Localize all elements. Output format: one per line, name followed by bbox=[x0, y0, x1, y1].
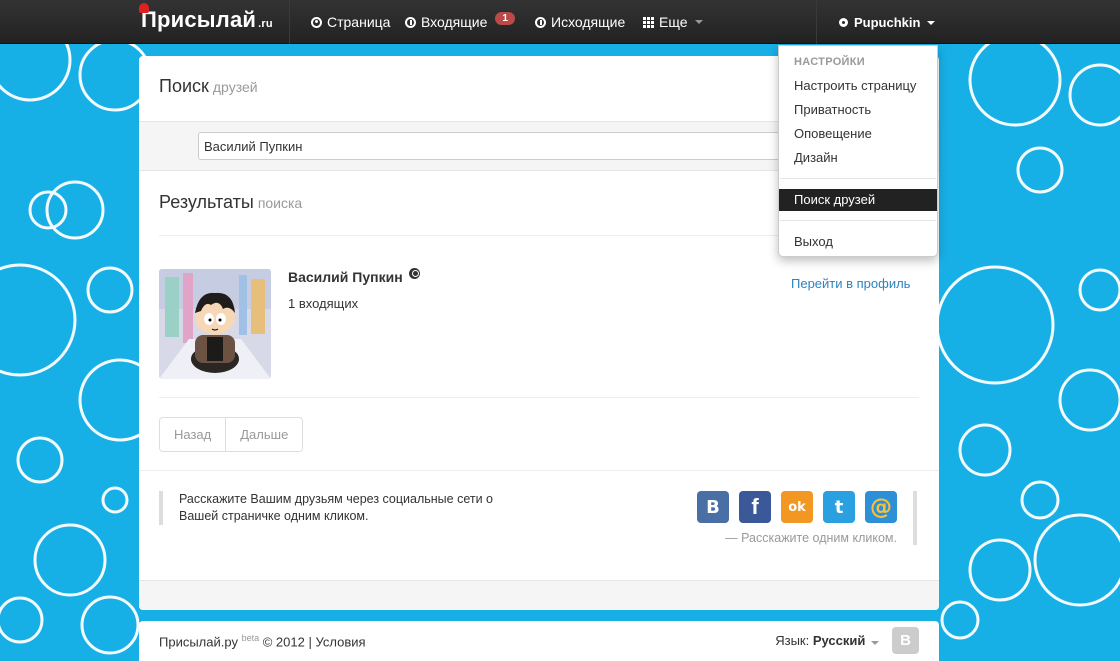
settings-dropdown: НАСТРОЙКИ Настроить страницу Приватность… bbox=[778, 45, 938, 257]
nav-divider bbox=[816, 0, 817, 44]
globe-icon bbox=[408, 267, 420, 279]
page-title: Поиск bbox=[159, 76, 209, 96]
search-input[interactable] bbox=[198, 132, 798, 160]
share-section: Расскажите Вашим друзьям через социальны… bbox=[139, 470, 939, 580]
results-subtitle: поиска bbox=[257, 195, 303, 211]
menu-item-notifications[interactable]: Оповещение bbox=[779, 123, 937, 145]
beta-label: beta bbox=[241, 633, 260, 643]
odnoklassniki-icon[interactable]: ok bbox=[781, 491, 813, 523]
santa-hat-icon bbox=[139, 3, 149, 13]
footer-copy: © 2012 | bbox=[262, 634, 312, 650]
username: Pupuchkin bbox=[854, 15, 921, 30]
inbox-count-badge: 1 bbox=[495, 11, 515, 25]
panel-footer bbox=[139, 580, 939, 610]
menu-item-design[interactable]: Дизайн bbox=[779, 147, 937, 169]
result-user-name[interactable]: Василий Пупкин bbox=[288, 267, 420, 285]
footer-copyright: Присылай.ру beta © 2012 | Условия bbox=[159, 633, 366, 649]
nav-item-label: Страница bbox=[327, 14, 391, 30]
nav-item-outbox[interactable]: Исходящие bbox=[535, 14, 625, 30]
menu-item-find-friends[interactable]: Поиск друзей bbox=[779, 189, 937, 211]
chevron-down-icon bbox=[694, 20, 703, 24]
brand-name: Присылай bbox=[141, 7, 257, 32]
facebook-icon[interactable]: f bbox=[739, 491, 771, 523]
page-footer: Присылай.ру beta © 2012 | Условия Язык: … bbox=[139, 621, 939, 661]
menu-divider bbox=[780, 220, 936, 221]
chevron-down-icon bbox=[927, 20, 936, 25]
language-selector[interactable]: Язык: Русский bbox=[775, 633, 879, 648]
language-label: Язык: bbox=[775, 633, 810, 648]
grid-icon bbox=[643, 16, 654, 28]
user-menu-toggle[interactable]: Pupuchkin bbox=[838, 15, 936, 30]
results-heading: Результаты поиска bbox=[159, 192, 302, 213]
menu-item-customize-page[interactable]: Настроить страницу bbox=[779, 75, 937, 97]
vk-icon[interactable]: В bbox=[892, 627, 919, 654]
avatar[interactable] bbox=[159, 269, 271, 379]
share-text: Расскажите Вашим друзьям через социальны… bbox=[159, 491, 519, 525]
menu-divider bbox=[780, 178, 936, 179]
nav-divider bbox=[289, 0, 290, 44]
share-buttons-block: В f ok t @ — Расскажите одним кликом. bbox=[677, 491, 917, 545]
gear-icon bbox=[838, 17, 849, 28]
pager: Назад Дальше bbox=[159, 417, 304, 452]
nav-item-more[interactable]: Еще bbox=[643, 14, 703, 30]
terms-link[interactable]: Условия bbox=[315, 634, 365, 649]
result-name-text: Василий Пупкин bbox=[288, 269, 403, 285]
chevron-down-icon bbox=[871, 641, 879, 645]
dropdown-header: НАСТРОЙКИ bbox=[794, 56, 865, 68]
menu-item-logout[interactable]: Выход bbox=[779, 231, 937, 253]
page-subtitle: друзей bbox=[212, 79, 258, 95]
info-icon bbox=[535, 16, 546, 28]
menu-item-privacy[interactable]: Приватность bbox=[779, 99, 937, 121]
search-heading: Поиск друзей bbox=[159, 76, 258, 97]
mailru-icon[interactable]: @ bbox=[865, 491, 897, 523]
brand-logo[interactable]: Присылай .ru bbox=[139, 3, 273, 33]
nav-item-label: Исходящие bbox=[551, 14, 626, 30]
twitter-icon[interactable]: t bbox=[823, 491, 855, 523]
share-caption: — Расскажите одним кликом. bbox=[725, 531, 897, 545]
nav-item-label: Еще bbox=[659, 14, 688, 30]
footer-site: Присылай.ру bbox=[159, 634, 238, 650]
divider bbox=[159, 397, 919, 398]
social-buttons: В f ok t @ bbox=[677, 491, 897, 523]
language-value: Русский bbox=[812, 633, 866, 648]
brand-suffix: .ru bbox=[258, 18, 273, 30]
nav-item-inbox[interactable]: Входящие 1 bbox=[405, 11, 515, 30]
info-icon bbox=[405, 16, 416, 28]
nav-item-label: Входящие bbox=[421, 14, 488, 30]
avatar-image bbox=[159, 269, 271, 379]
next-button[interactable]: Дальше bbox=[225, 418, 303, 451]
prev-button[interactable]: Назад bbox=[160, 418, 226, 451]
nav-item-page[interactable]: Страница bbox=[311, 14, 390, 30]
vk-icon[interactable]: В bbox=[697, 491, 729, 523]
result-meta: 1 входящих bbox=[288, 296, 359, 311]
results-title: Результаты bbox=[159, 192, 254, 212]
circle-icon bbox=[311, 16, 322, 28]
top-navbar: Присылай .ru Страница Входящие 1 Исходящи… bbox=[0, 0, 1120, 44]
profile-link[interactable]: Перейти в профиль bbox=[791, 276, 910, 291]
